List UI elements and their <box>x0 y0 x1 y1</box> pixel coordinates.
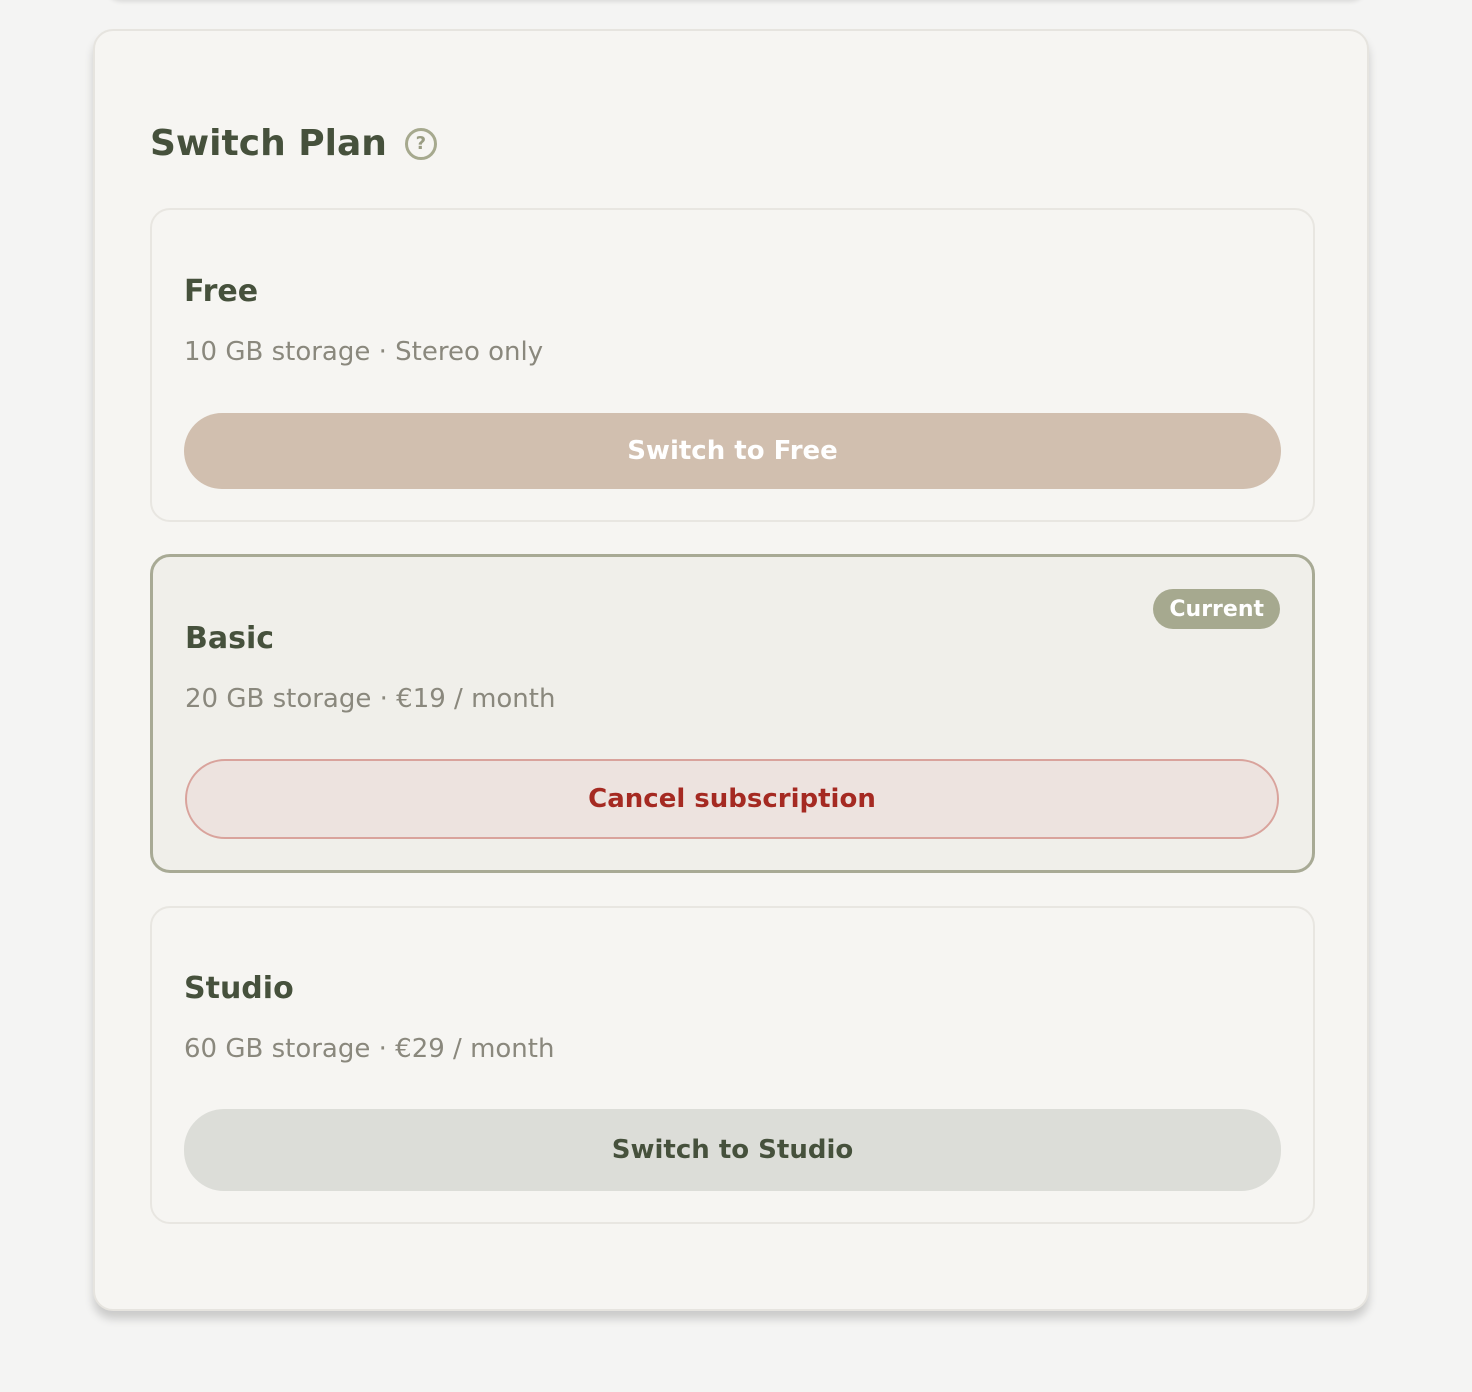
switch-plan-panel: Switch Plan ? Free 10 GB storage · Stere… <box>93 29 1369 1311</box>
plan-name: Free <box>184 274 259 309</box>
plan-description: 10 GB storage · Stereo only <box>184 337 544 367</box>
plan-description: 20 GB storage · €19 / month <box>185 684 556 714</box>
plan-card-basic: Current Basic 20 GB storage · €19 / mont… <box>150 554 1315 873</box>
current-badge: Current <box>1153 589 1280 629</box>
plan-name: Basic <box>185 621 275 656</box>
plan-description: 60 GB storage · €29 / month <box>184 1034 555 1064</box>
plan-name: Studio <box>184 971 294 1006</box>
switch-to-studio-button[interactable]: Switch to Studio <box>184 1109 1281 1191</box>
plan-card-studio: Studio 60 GB storage · €29 / month Switc… <box>150 906 1315 1224</box>
plan-card-free: Free 10 GB storage · Stereo only Switch … <box>150 208 1315 522</box>
panel-title: Switch Plan <box>150 123 387 164</box>
cancel-subscription-button[interactable]: Cancel subscription <box>185 759 1279 839</box>
panel-header: Switch Plan ? <box>150 121 437 167</box>
switch-to-free-button[interactable]: Switch to Free <box>184 413 1281 489</box>
question-circle-icon[interactable]: ? <box>404 128 437 160</box>
